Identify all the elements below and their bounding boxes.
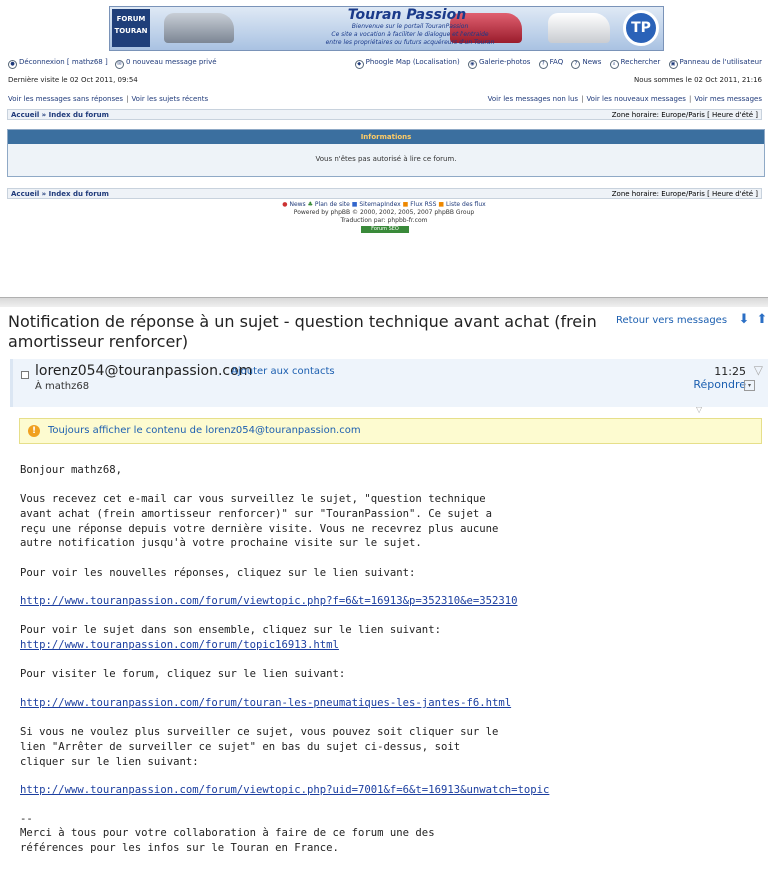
footer-links: ● News ♣ Plan de site ■ SitemapIndex ■ F… xyxy=(0,201,768,209)
shield-warning-icon: ! xyxy=(28,425,40,437)
info-message: Vous n'êtes pas autorisé à lire ce forum… xyxy=(315,155,457,163)
always-show-content-link[interactable]: Toujours afficher le contenu de lorenz05… xyxy=(48,425,361,436)
forum-banner[interactable]: FORUM TOURAN Touran Passion Bienvenue su… xyxy=(109,6,664,51)
translation: Traduction par: phpbb-fr.com xyxy=(340,217,428,224)
email-header: lorenz054@touranpassion.com Ajouter aux … xyxy=(10,359,768,407)
new-replies-link[interactable]: http://www.touranpassion.com/forum/viewt… xyxy=(20,595,517,607)
current-date: Nous sommes le 02 Oct 2011, 21:16 xyxy=(634,76,762,84)
back-to-messages-link[interactable]: Retour vers messages xyxy=(616,315,727,326)
private-message-link[interactable]: 0 nouveau message privé xyxy=(126,58,217,66)
user-nav: ● Déconnexion [ mathz68 ] ✉ 0 nouveau mess… xyxy=(8,58,762,69)
forum-page: FORUM TOURAN Touran Passion Bienvenue su… xyxy=(0,0,768,297)
forum-link[interactable]: http://www.touranpassion.com/forum/toura… xyxy=(20,697,511,709)
add-contact-link[interactable]: Ajouter aux contacts xyxy=(231,366,335,377)
email-view: Notification de réponse à un sujet - que… xyxy=(0,307,768,874)
touran-seal-logo: TP xyxy=(623,10,659,46)
select-checkbox[interactable] xyxy=(21,371,29,379)
car-image-3 xyxy=(548,13,610,43)
logout-icon: ● xyxy=(8,60,17,69)
recipient: À mathz68 xyxy=(35,381,90,392)
timezone-bottom: Zone horaire: Europe/Paris [ Heure d'été… xyxy=(611,189,758,198)
footer-rss-link[interactable]: Flux RSS xyxy=(410,201,436,208)
info-panel: Informations Vous n'êtes pas autorisé à … xyxy=(7,129,765,177)
breadcrumb: Accueil » Index du forum Zone horaire: E… xyxy=(7,109,762,120)
logout-link[interactable]: Déconnexion [ mathz68 ] xyxy=(19,58,108,66)
body-link-new-replies: http://www.touranpassion.com/forum/viewt… xyxy=(20,594,760,609)
forum-logo: FORUM TOURAN xyxy=(112,9,150,47)
visit-info: Dernière visite le 02 Oct 2011, 09:54 No… xyxy=(8,76,762,84)
topic-link[interactable]: http://www.touranpassion.com/forum/topic… xyxy=(20,639,339,651)
body-paragraph-4: Pour visiter le forum, cliquez sur le li… xyxy=(20,668,346,680)
car-image-1 xyxy=(164,13,234,43)
sitemap-icon: ♣ xyxy=(307,201,313,208)
seo-badge[interactable]: Forum SEO xyxy=(361,226,409,233)
unwatch-link[interactable]: http://www.touranpassion.com/forum/viewt… xyxy=(20,784,549,796)
email-subject: Notification de réponse à un sujet - que… xyxy=(8,312,597,351)
unread-link[interactable]: Voir les messages non lus xyxy=(488,95,578,103)
powered-by: Powered by phpBB © 2000, 2002, 2005, 200… xyxy=(293,209,475,216)
news-icon: ? xyxy=(571,60,581,69)
body-link-unwatch: http://www.touranpassion.com/forum/viewt… xyxy=(20,783,760,798)
map-link[interactable]: Phoogle Map (Localisation) xyxy=(366,58,460,66)
closing-text: Merci à tous pour votre collaboration à … xyxy=(20,827,435,854)
flag-icon[interactable]: ▽ xyxy=(754,363,763,377)
pm-icon: ✉ xyxy=(114,60,124,69)
breadcrumb-bottom: Accueil » Index du forum Zone horaire: E… xyxy=(7,188,762,199)
timezone: Zone horaire: Europe/Paris [ Heure d'été… xyxy=(611,110,758,119)
last-visit: Dernière visite le 02 Oct 2011, 09:54 xyxy=(8,76,138,84)
breadcrumb-link-bottom[interactable]: Accueil » Index du forum xyxy=(11,190,109,198)
body-link-topic: http://www.touranpassion.com/forum/topic… xyxy=(20,638,760,653)
unanswered-link[interactable]: Voir les messages sans réponses xyxy=(8,95,123,103)
signature-separator: -- xyxy=(20,813,33,825)
body-link-forum: http://www.touranpassion.com/forum/toura… xyxy=(20,696,760,711)
greeting: Bonjour mathz68, xyxy=(20,464,123,476)
my-posts-link[interactable]: Voir mes messages xyxy=(694,95,762,103)
previous-message-arrow-icon[interactable]: ⬆ xyxy=(756,313,768,327)
sitemapindex-icon: ■ xyxy=(351,201,358,208)
rss-icon: ■ xyxy=(402,201,409,208)
footer-sitemap-link[interactable]: Plan de site xyxy=(315,201,350,208)
reply-dropdown-icon[interactable]: ▾ xyxy=(744,380,755,391)
search-link[interactable]: Rechercher xyxy=(621,58,661,66)
gallery-link[interactable]: Galerie-photos xyxy=(479,58,530,66)
map-icon: ◆ xyxy=(354,60,364,69)
rss-list-icon: ■ xyxy=(438,201,445,208)
banner-subtitle: Bienvenue sur le portail TouranPassion C… xyxy=(325,23,495,46)
footer-sitemapindex-link[interactable]: SitemapIndex xyxy=(359,201,400,208)
breadcrumb-link[interactable]: Accueil » Index du forum xyxy=(11,111,109,119)
news-footer-icon: ● xyxy=(282,201,288,208)
safety-notice: ! Toujours afficher le contenu de lorenz… xyxy=(19,418,762,444)
body-paragraph-5: Si vous ne voulez plus surveiller ce suj… xyxy=(20,726,499,768)
faq-link[interactable]: FAQ xyxy=(550,58,564,66)
reply-button[interactable]: Répondre xyxy=(693,378,746,391)
body-paragraph-2: Pour voir les nouvelles réponses, clique… xyxy=(20,567,416,579)
news-link[interactable]: News xyxy=(582,58,601,66)
banner-title: Touran Passion xyxy=(347,7,467,23)
next-message-arrow-icon[interactable]: ⬇ xyxy=(738,313,750,327)
expand-header-icon[interactable]: ▽ xyxy=(696,405,702,414)
body-paragraph-3: Pour voir le sujet dans son ensemble, cl… xyxy=(20,624,441,636)
user-panel-link[interactable]: Panneau de l'utilisateur xyxy=(680,58,763,66)
sender-address[interactable]: lorenz054@touranpassion.com xyxy=(35,363,252,379)
footer-rss-list-link[interactable]: Liste des flux xyxy=(446,201,486,208)
body-paragraph-1: Vous recevez cet e-mail car vous surveil… xyxy=(20,493,499,550)
new-posts-link[interactable]: Voir les nouveaux messages xyxy=(586,95,686,103)
faq-icon: ? xyxy=(538,60,548,69)
user-panel-icon: ▣ xyxy=(668,60,678,69)
recent-topics-link[interactable]: Voir les sujets récents xyxy=(131,95,208,103)
footer-news-link[interactable]: News xyxy=(289,201,305,208)
email-time: 11:25 xyxy=(714,365,746,378)
gallery-icon: ◉ xyxy=(467,60,477,69)
info-title: Informations xyxy=(8,130,764,144)
quick-links: Voir les messages sans réponses | Voir les… xyxy=(8,95,762,103)
search-icon: ⌕ xyxy=(609,60,619,69)
